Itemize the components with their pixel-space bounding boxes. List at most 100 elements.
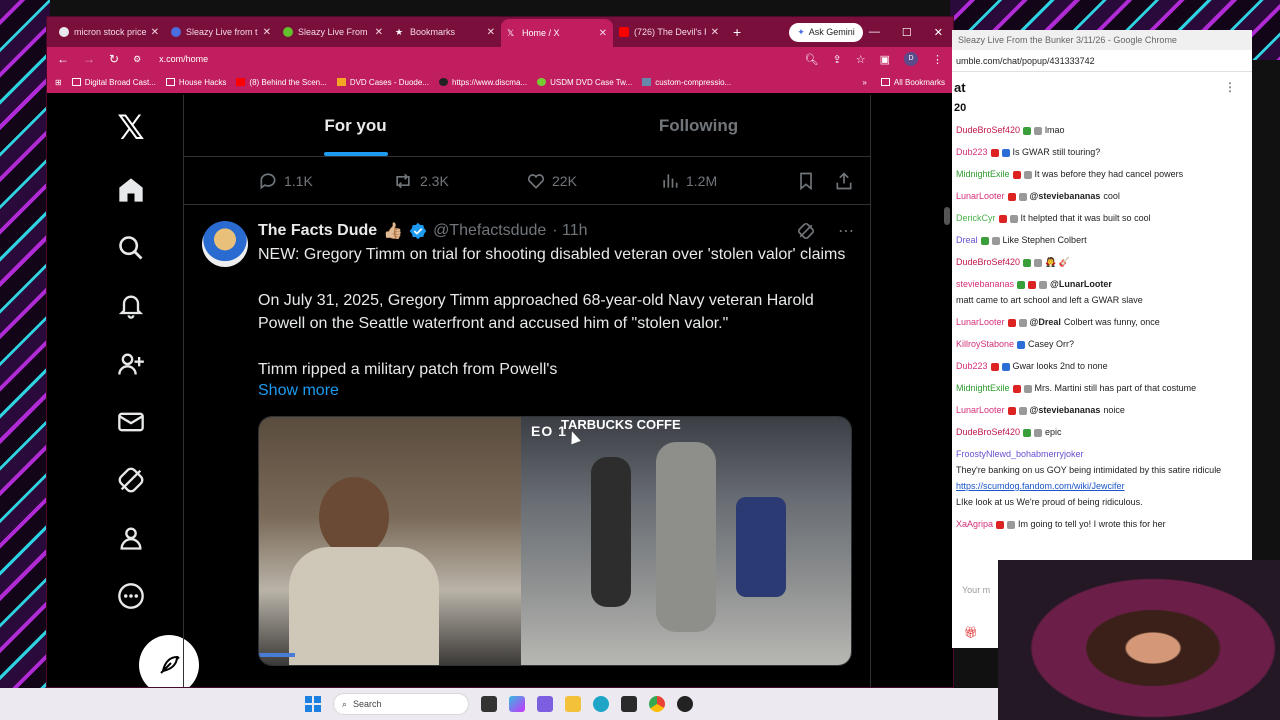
tweet-media[interactable]: EO 1 TARBUCKS COFFE — [258, 416, 852, 666]
tweet[interactable]: The Facts Dude 👍🏼 @Thefactsdude · 11h ⋯ … — [184, 205, 870, 666]
chat-username[interactable]: KillroyStabone — [956, 338, 1014, 351]
chat-username[interactable]: DudeBroSef420 — [956, 426, 1020, 439]
browser-tab[interactable]: Sleazy Live From t ✕ — [277, 20, 389, 44]
bookmark-item[interactable]: custom-compressio... — [642, 78, 731, 87]
bookmark-icon[interactable] — [796, 171, 816, 191]
chat-username[interactable]: Dub223 — [956, 360, 988, 373]
back-icon[interactable]: ← — [57, 52, 69, 66]
repost-button[interactable]: 2.3K — [392, 171, 526, 191]
author-handle[interactable]: @Thefactsdude — [433, 222, 546, 240]
chrome-icon[interactable] — [649, 696, 665, 712]
taskbar-search[interactable]: ⌕ Search — [333, 693, 469, 715]
browser-tab[interactable]: (726) The Devil's R ✕ — [613, 20, 725, 44]
chat-link[interactable]: https://scumdog.fandom.com/wiki/Jewcifer — [956, 480, 1125, 493]
close-icon[interactable]: ✕ — [375, 27, 383, 38]
obs-icon[interactable] — [677, 696, 693, 712]
close-window-icon[interactable]: ✕ — [934, 26, 943, 39]
views-button[interactable]: 1.2M — [660, 171, 794, 191]
chat-input[interactable]: Your m — [962, 585, 990, 595]
chat-username[interactable]: DudeBroSef420 — [956, 124, 1020, 137]
chat-username[interactable]: stevi­ebananas — [956, 278, 1014, 291]
site-info-icon[interactable]: ⚙ — [133, 54, 141, 65]
author-name[interactable]: The Facts Dude — [258, 222, 377, 240]
close-icon[interactable]: ✕ — [487, 27, 495, 38]
teams-icon[interactable] — [537, 696, 553, 712]
forward-icon[interactable]: → — [83, 52, 95, 66]
url-field[interactable]: x.com/home — [159, 54, 790, 64]
chat-username[interactable]: LunarLooter — [956, 190, 1005, 203]
reply-button[interactable]: 1.1K — [258, 171, 392, 191]
chat-url[interactable]: umble.com/chat/popup/431333742 — [952, 50, 1252, 72]
mention[interactable]: @Dreal — [1030, 316, 1061, 329]
chat-username[interactable]: XaAgripa — [956, 518, 993, 531]
bookmark-item[interactable]: USDM DVD Case Tw... — [537, 78, 632, 87]
show-more-link[interactable]: Show more — [258, 382, 854, 400]
all-bookmarks-button[interactable]: All Bookmarks — [880, 78, 945, 87]
media-image-left[interactable] — [259, 417, 521, 665]
reload-icon[interactable]: ↻ — [109, 52, 119, 66]
maximize-icon[interactable]: ☐ — [902, 26, 912, 39]
chat-username[interactable]: DudeBroSef420 — [956, 256, 1020, 269]
chat-username[interactable]: MidnightExile — [956, 382, 1010, 395]
start-icon[interactable] — [305, 696, 321, 712]
menu-icon[interactable]: ⋮ — [932, 53, 943, 66]
close-icon[interactable]: ✕ — [711, 27, 719, 38]
share-icon[interactable]: ⇪ — [833, 53, 842, 66]
scrollbar-thumb[interactable] — [944, 207, 950, 225]
new-tab-button[interactable]: + — [733, 24, 741, 40]
file-explorer-icon[interactable] — [565, 696, 581, 712]
close-icon[interactable]: ✕ — [599, 28, 607, 39]
grok-icon[interactable] — [116, 465, 146, 495]
like-button[interactable]: 22K — [526, 171, 660, 191]
apps-icon[interactable]: ⊞ — [55, 78, 62, 87]
bookmark-item[interactable]: DVD Cases - Duode... — [336, 78, 429, 87]
mention[interactable]: @stevi­ebananas — [1030, 404, 1101, 417]
store-icon[interactable] — [621, 696, 637, 712]
browser-tab[interactable]: Sleazy Live from th ✕ — [165, 20, 277, 44]
bookmark-item[interactable]: Digital Broad Cast... — [71, 78, 156, 87]
browser-tab[interactable]: micron stock price ✕ — [53, 20, 165, 44]
close-icon[interactable]: ✕ — [263, 27, 271, 38]
bookmark-star-icon[interactable]: ☆ — [856, 53, 866, 66]
mention[interactable]: @LunarLooter — [1050, 278, 1112, 291]
browser-tab-active[interactable]: 𝕏 Home / X ✕ — [501, 19, 613, 47]
task-view-icon[interactable] — [481, 696, 497, 712]
zoom-icon[interactable]: 🔍︎ — [805, 53, 819, 66]
mention[interactable]: @stevi­ebananas — [1030, 190, 1101, 203]
x-logo-icon[interactable]: 𝕏 — [116, 108, 146, 148]
minimize-icon[interactable]: — — [869, 26, 880, 39]
chat-username[interactable]: MidnightExile — [956, 168, 1010, 181]
more-bookmarks-button[interactable]: » — [862, 78, 866, 87]
profile-icon[interactable] — [116, 523, 146, 553]
close-icon[interactable]: ✕ — [151, 27, 159, 38]
share-icon[interactable] — [834, 171, 854, 191]
gift-icon[interactable]: 🎁︎ — [964, 626, 978, 639]
chat-username[interactable]: Dreal — [956, 234, 978, 247]
messages-icon[interactable] — [116, 407, 146, 437]
edge-icon[interactable] — [593, 696, 609, 712]
more-icon[interactable] — [116, 581, 146, 611]
chat-username[interactable]: Dub223 — [956, 146, 988, 159]
extensions-icon[interactable]: ▣ — [880, 53, 890, 66]
bookmark-item[interactable]: https://www.discma... — [438, 78, 527, 87]
chat-menu-icon[interactable]: ⋮ — [1224, 80, 1236, 94]
browser-tab[interactable]: ★ Bookmarks ✕ — [389, 20, 501, 44]
explore-icon[interactable] — [116, 233, 146, 263]
copilot-icon[interactable] — [509, 696, 525, 712]
profile-avatar[interactable]: D — [904, 52, 918, 66]
home-icon[interactable] — [116, 175, 146, 205]
timestamp[interactable]: · 11h — [552, 222, 587, 240]
ask-gemini-button[interactable]: ✦ Ask Gemini — [789, 22, 863, 42]
chat-username[interactable]: FroostyNlewd_bohabmerryjoker — [956, 448, 1084, 461]
avatar[interactable] — [202, 221, 248, 267]
tab-for-you[interactable]: For you — [184, 95, 527, 156]
more-options-icon[interactable]: ⋯ — [838, 221, 854, 241]
bookmark-item[interactable]: (8) Behind the Scen... — [236, 78, 327, 87]
tab-following[interactable]: Following — [527, 95, 870, 156]
bookmark-item[interactable]: House Hacks — [165, 78, 226, 87]
grok-icon[interactable] — [796, 221, 816, 241]
follow-icon[interactable] — [116, 349, 146, 379]
notifications-icon[interactable] — [116, 291, 146, 321]
media-image-right[interactable]: EO 1 TARBUCKS COFFE — [521, 417, 851, 665]
chat-username[interactable]: DerickCyr — [956, 212, 996, 225]
